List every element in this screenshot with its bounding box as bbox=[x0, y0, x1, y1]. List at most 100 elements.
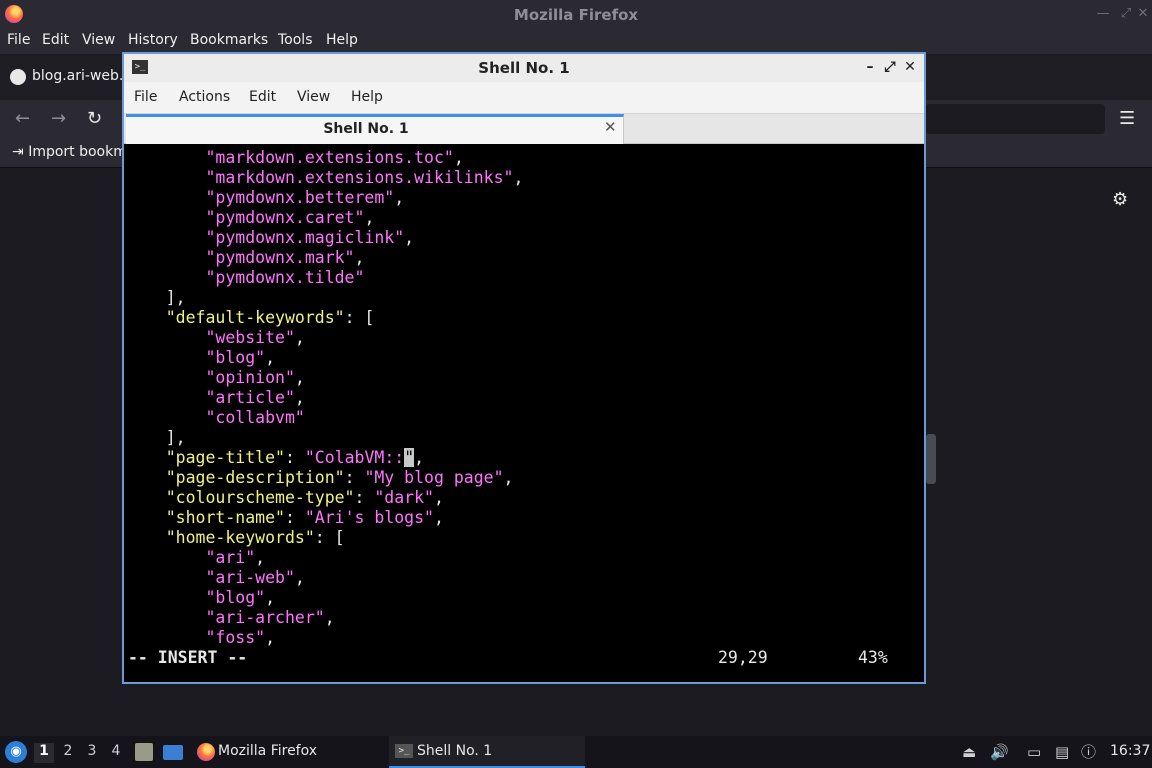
code-token: , bbox=[503, 468, 514, 487]
ff-menu-edit[interactable]: Edit bbox=[42, 32, 69, 48]
terminal-window: >_ Shell No. 1 – ⤢ ✕ File Actions Edit V… bbox=[122, 52, 926, 684]
ff-menu-help[interactable]: Help bbox=[326, 32, 358, 48]
term-menu-file[interactable]: File bbox=[134, 89, 157, 105]
code-token: "opinion" bbox=[205, 368, 295, 387]
workspace-3[interactable]: 3 bbox=[82, 743, 102, 763]
taskbar-firefox[interactable]: Mozilla Firefox bbox=[194, 736, 386, 768]
import-bookmarks-button[interactable]: ⇥ Import bookm bbox=[12, 144, 127, 160]
clock: 16:37 bbox=[1110, 743, 1151, 759]
workspace-1[interactable]: 1 bbox=[34, 743, 54, 763]
code-token: "default-keywords" bbox=[165, 308, 345, 327]
workspace-4[interactable]: 4 bbox=[106, 743, 126, 763]
code-line: "markdown.extensions.wikilinks", bbox=[126, 168, 523, 188]
term-menu-actions[interactable]: Actions bbox=[179, 89, 230, 105]
code-line: "pymdownx.mark", bbox=[126, 248, 364, 268]
code-token: , bbox=[324, 608, 335, 627]
terminal-titlebar[interactable]: >_ Shell No. 1 – ⤢ ✕ bbox=[124, 54, 924, 82]
minimize-icon[interactable]: — bbox=[1094, 5, 1112, 23]
terminal-maximize-icon[interactable]: ⤢ bbox=[882, 58, 898, 76]
terminal-tab[interactable]: Shell No. 1 ✕ bbox=[126, 114, 624, 144]
volume-icon[interactable]: 🔊 bbox=[990, 742, 1009, 762]
code-line: "pymdownx.caret", bbox=[126, 208, 374, 228]
workspace-2[interactable]: 2 bbox=[58, 743, 78, 763]
code-token: , bbox=[294, 328, 305, 347]
close-icon[interactable]: ✕ bbox=[1134, 5, 1152, 23]
code-line: "default-keywords": [ bbox=[126, 308, 375, 328]
cursor-position: 29,29 bbox=[718, 648, 768, 667]
vim-mode-indicator: -- INSERT -- bbox=[128, 648, 248, 667]
code-token: , bbox=[294, 388, 305, 407]
code-token: , bbox=[404, 228, 415, 247]
code-token: "ari" bbox=[205, 548, 256, 567]
code-token: "ari-web" bbox=[205, 568, 295, 587]
settings-gear-icon[interactable]: ⚙ bbox=[1112, 189, 1128, 210]
code-token: "My blog page" bbox=[364, 468, 504, 487]
terminal-text-area[interactable]: "markdown.extensions.toc", "markdown.ext… bbox=[126, 146, 922, 682]
code-line: "pymdownx.betterem", bbox=[126, 188, 404, 208]
code-token: , bbox=[294, 568, 305, 587]
github-icon bbox=[10, 69, 26, 85]
show-desktop-icon[interactable] bbox=[163, 745, 183, 760]
file-manager-icon[interactable] bbox=[135, 743, 153, 761]
hamburger-menu-icon[interactable]: ☰ bbox=[1119, 108, 1135, 129]
start-menu-icon[interactable]: ◉ bbox=[5, 741, 27, 763]
network-icon[interactable]: ▭ bbox=[1027, 742, 1041, 762]
ff-menu-history[interactable]: History bbox=[128, 32, 178, 48]
terminal-minimize-icon[interactable]: – bbox=[862, 58, 878, 76]
url-bar[interactable] bbox=[925, 104, 1105, 134]
code-token: "collabvm" bbox=[205, 408, 305, 427]
firefox-icon bbox=[197, 743, 215, 761]
ff-menu-tools[interactable]: Tools bbox=[278, 32, 313, 48]
code-line: "ari", bbox=[126, 548, 265, 568]
terminal-icon: >_ bbox=[395, 744, 413, 758]
firefox-tab[interactable]: blog.ari-web.x bbox=[2, 58, 142, 96]
forward-icon[interactable]: → bbox=[51, 108, 66, 129]
code-line: "blog", bbox=[126, 348, 275, 368]
terminal-close-icon[interactable]: ✕ bbox=[902, 58, 918, 76]
term-menu-view[interactable]: View bbox=[297, 89, 330, 105]
clipboard-icon[interactable]: ▤ bbox=[1055, 742, 1069, 762]
code-token: "markdown.extensions.wikilinks" bbox=[205, 168, 514, 187]
code-line: "home-keywords": [ bbox=[126, 528, 345, 548]
code-token: : [ bbox=[314, 528, 345, 547]
taskbar-shell[interactable]: >_ Shell No. 1 bbox=[389, 736, 585, 768]
code-token: ], bbox=[126, 428, 186, 447]
code-line: "pymdownx.magiclink", bbox=[126, 228, 414, 248]
ff-menu-bookmarks[interactable]: Bookmarks bbox=[190, 32, 268, 48]
reload-icon[interactable]: ↻ bbox=[87, 108, 102, 129]
code-line: "pymdownx.tilde" bbox=[126, 268, 364, 288]
maximize-icon[interactable]: ⤢ bbox=[1117, 5, 1135, 23]
code-line: "ari-web", bbox=[126, 568, 305, 588]
code-token: , bbox=[255, 548, 266, 567]
term-menu-edit[interactable]: Edit bbox=[249, 89, 276, 105]
firefox-scrollbar[interactable] bbox=[926, 434, 936, 484]
code-line: "collabvm" bbox=[126, 408, 305, 428]
tab-close-icon[interactable]: ✕ bbox=[604, 118, 617, 136]
code-line: "short-name": "Ari's blogs", bbox=[126, 508, 444, 528]
notification-icon[interactable]: ⓘ bbox=[1081, 742, 1096, 762]
code-token: , bbox=[265, 348, 276, 367]
back-icon[interactable]: ← bbox=[15, 108, 30, 129]
code-token: "foss" bbox=[205, 628, 266, 647]
code-line: "ari-archer", bbox=[126, 608, 335, 628]
code-token: , bbox=[414, 448, 425, 467]
code-token: "Ari's blogs" bbox=[304, 508, 434, 527]
eject-icon[interactable]: ⏏ bbox=[962, 742, 976, 762]
ff-menu-view[interactable]: View bbox=[82, 32, 115, 48]
term-menu-help[interactable]: Help bbox=[351, 89, 383, 105]
scroll-percent: 43% bbox=[858, 648, 888, 667]
code-token: "page-title" bbox=[165, 448, 285, 467]
ff-menu-file[interactable]: File bbox=[7, 32, 30, 48]
code-token: , bbox=[354, 248, 365, 267]
code-token: : bbox=[284, 448, 305, 467]
